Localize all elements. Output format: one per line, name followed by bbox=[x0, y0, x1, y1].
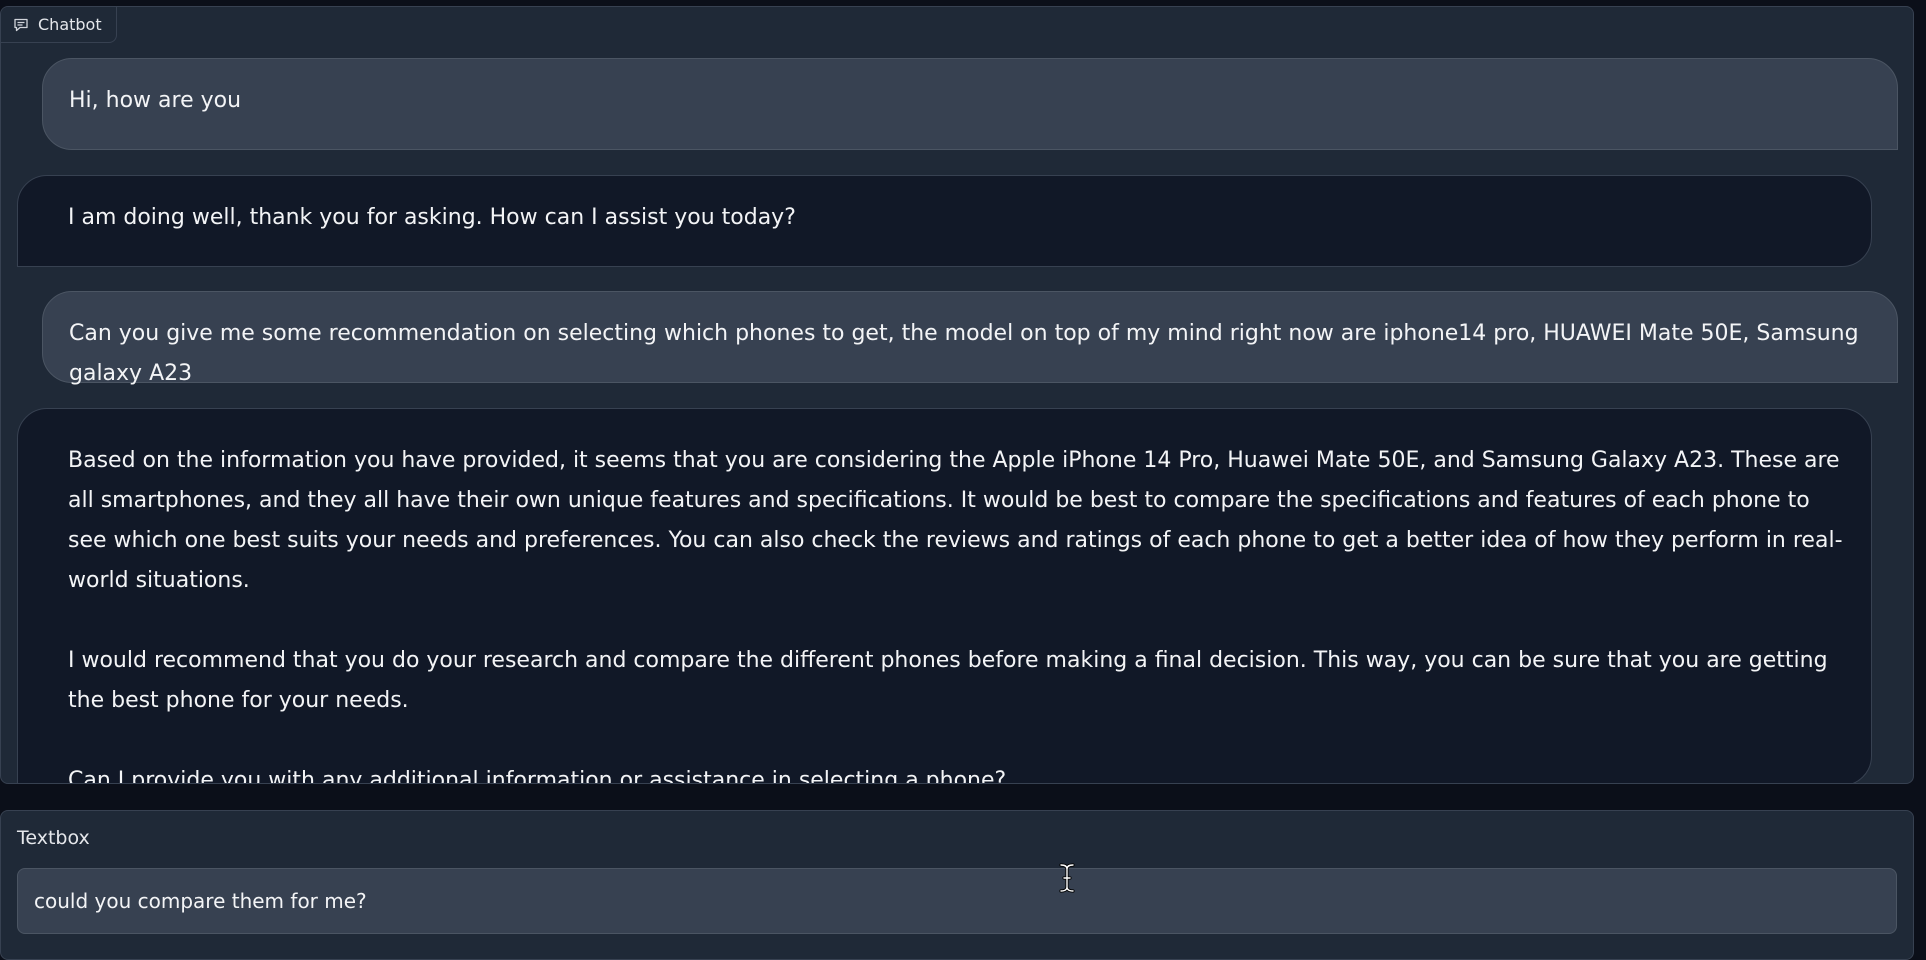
textbox-label: Textbox bbox=[17, 827, 90, 849]
chatbot-label: Chatbot bbox=[1, 7, 117, 43]
user-message: Hi, how are you bbox=[42, 58, 1898, 150]
user-message: Can you give me some recommendation on s… bbox=[42, 291, 1898, 386]
bot-message-paragraph: I would recommend that you do your resea… bbox=[68, 648, 1828, 713]
chatbot-panel: Chatbot Hi, how are you I am doing well,… bbox=[0, 6, 1914, 784]
message-input[interactable] bbox=[17, 868, 1897, 934]
bot-message: I am doing well, thank you for asking. H… bbox=[17, 175, 1872, 267]
bot-message-paragraph: Can I provide you with any additional in… bbox=[68, 768, 1007, 784]
chat-bubble-icon bbox=[13, 17, 29, 33]
text-cursor-icon bbox=[1059, 863, 1075, 893]
bot-message: Based on the information you have provid… bbox=[17, 408, 1872, 784]
textbox-panel: Textbox bbox=[0, 810, 1914, 960]
bot-message-paragraph: Based on the information you have provid… bbox=[68, 448, 1843, 593]
chatbot-label-text: Chatbot bbox=[38, 15, 102, 34]
